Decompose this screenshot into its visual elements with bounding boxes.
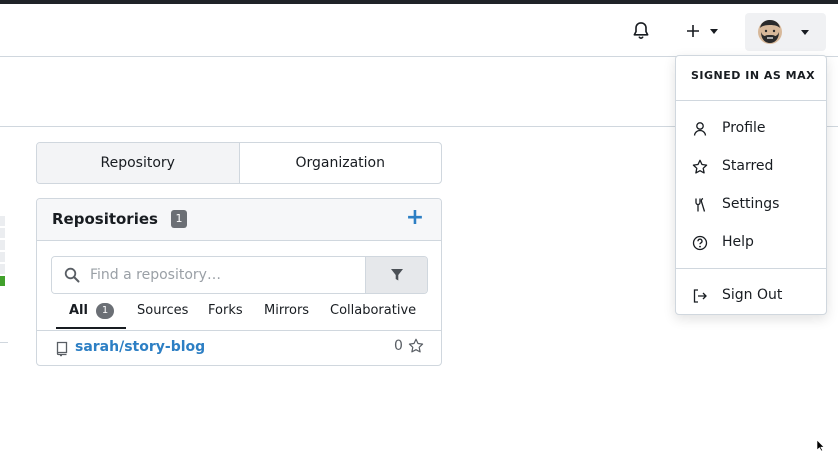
filter-tab-sources[interactable]: Sources xyxy=(137,303,188,318)
navbar xyxy=(0,4,838,57)
signed-in-header: SIGNED IN AS MAX xyxy=(691,69,816,82)
list-item: sarah/story-blog 0 xyxy=(37,331,441,364)
menu-item-label: Help xyxy=(722,234,754,250)
menu-item-label: Profile xyxy=(722,120,766,136)
menu-item-sign-out[interactable]: Sign Out xyxy=(676,280,826,312)
user-menu-button[interactable] xyxy=(745,13,826,51)
repository-search xyxy=(51,256,428,294)
divider xyxy=(676,268,826,269)
divider xyxy=(676,100,826,101)
repositories-title: Repositories xyxy=(52,210,158,228)
menu-item-help[interactable]: Help xyxy=(676,227,826,259)
menu-item-label: Starred xyxy=(722,158,774,174)
repositories-panel: Repositories 1 + All 1 Sources Forks Mir… xyxy=(36,198,442,366)
chevron-down-icon xyxy=(710,29,718,34)
sign-out-icon xyxy=(693,289,707,303)
active-tab-underline xyxy=(56,327,126,329)
filter-tab-mirrors[interactable]: Mirrors xyxy=(264,303,309,318)
notifications-button[interactable] xyxy=(629,20,653,42)
filter-tab-forks[interactable]: Forks xyxy=(208,303,243,318)
tools-icon xyxy=(695,197,706,212)
filter-tab-label: All xyxy=(69,303,88,318)
tab-repository[interactable]: Repository xyxy=(37,143,240,183)
filter-tab-count-badge: 1 xyxy=(96,303,114,319)
filter-button[interactable] xyxy=(365,257,427,293)
search-input[interactable] xyxy=(52,257,365,293)
plus-icon xyxy=(687,25,699,37)
star-icon xyxy=(692,159,708,174)
repositories-header: Repositories 1 + xyxy=(37,199,441,241)
menu-item-label: Sign Out xyxy=(722,287,783,303)
repo-icon xyxy=(56,341,68,357)
mouse-cursor-icon xyxy=(816,440,825,452)
menu-item-label: Settings xyxy=(722,196,780,212)
filter-tab-all[interactable]: All xyxy=(69,303,88,318)
avatar xyxy=(758,20,782,44)
bell-icon xyxy=(633,22,649,39)
search-icon xyxy=(64,267,80,283)
menu-item-profile[interactable]: Profile xyxy=(676,113,826,145)
filter-icon xyxy=(391,269,403,281)
user-dropdown-menu: SIGNED IN AS MAX Profile Starred Setting… xyxy=(675,55,827,315)
add-repository-button[interactable]: + xyxy=(405,205,425,230)
tab-organization[interactable]: Organization xyxy=(240,143,442,183)
star-count: 0 xyxy=(394,338,403,354)
menu-item-settings[interactable]: Settings xyxy=(676,189,826,221)
create-menu-button[interactable] xyxy=(682,20,722,42)
activity-graph-edge xyxy=(0,216,6,288)
menu-item-starred[interactable]: Starred xyxy=(676,151,826,183)
person-icon xyxy=(693,122,707,136)
dashboard-tabs: Repository Organization xyxy=(36,142,442,184)
filter-tab-collaborative[interactable]: Collaborative xyxy=(330,303,416,318)
chevron-down-icon xyxy=(801,30,809,35)
divider xyxy=(0,342,8,343)
repositories-count-badge: 1 xyxy=(171,210,187,228)
repository-link[interactable]: sarah/story-blog xyxy=(75,339,205,355)
question-icon xyxy=(692,235,708,251)
star-icon xyxy=(408,338,424,353)
